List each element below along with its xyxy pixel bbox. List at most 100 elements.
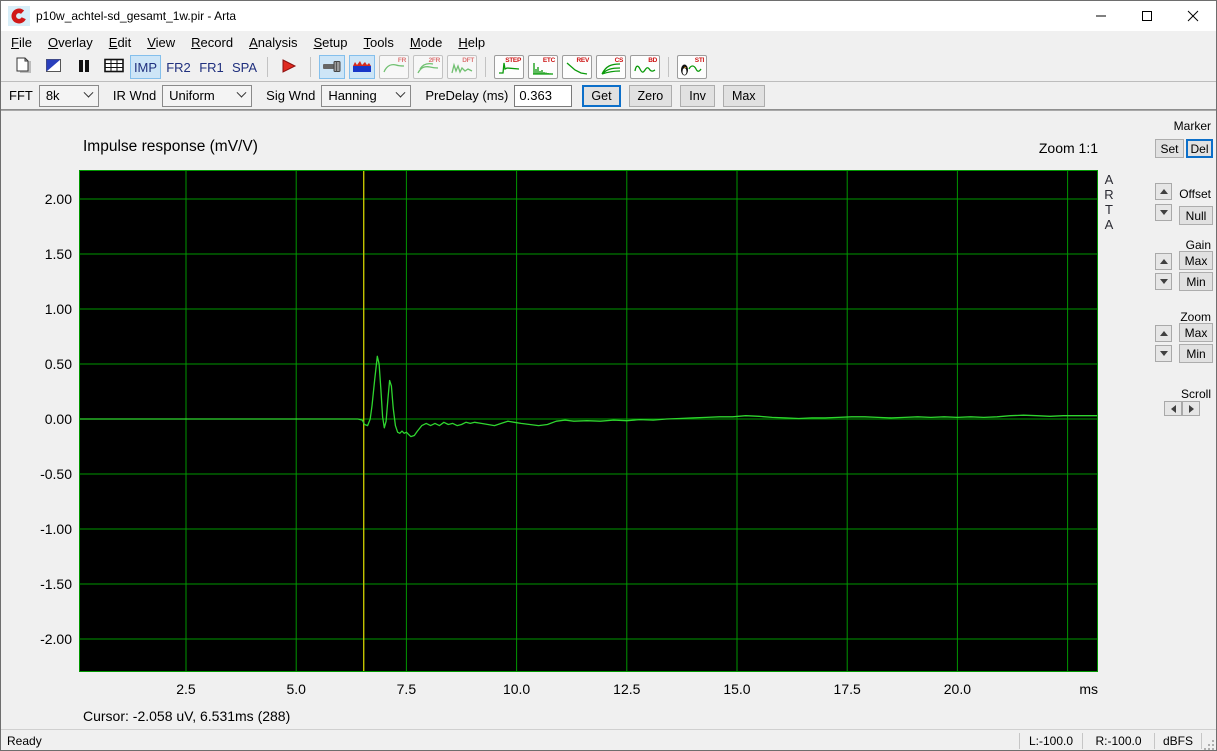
fft-select[interactable]: 8k	[38, 84, 99, 107]
close-button[interactable]	[1170, 1, 1216, 31]
y-axis-tick-label: 0.00	[44, 411, 72, 428]
zoom-section-label: Zoom	[1180, 310, 1211, 324]
pause-button[interactable]	[71, 55, 97, 79]
energy-time-curve-button[interactable]: ETC	[528, 55, 558, 79]
gain-section-label: Gain	[1185, 238, 1211, 252]
new-document-button[interactable]	[11, 55, 37, 79]
menu-view[interactable]: View	[139, 33, 183, 52]
maximize-button[interactable]	[1124, 1, 1170, 31]
get-button[interactable]: Get	[582, 84, 621, 107]
up-arrow-icon	[1159, 189, 1168, 194]
data-table-icon	[104, 58, 124, 76]
record-play-button[interactable]	[276, 55, 302, 79]
chart-title: Impulse response (mV/V)	[83, 138, 258, 155]
reverberation-button[interactable]: REV	[562, 55, 592, 79]
pause-icon	[77, 59, 91, 76]
marker-del-button[interactable]: Del	[1186, 139, 1213, 158]
zero-button[interactable]: Zero	[628, 84, 673, 107]
menu-bar: File Overlay Edit View Record Analysis Setup To…	[1, 31, 1216, 53]
ir-wnd-label: IR Wnd	[112, 88, 157, 103]
step-response-button[interactable]: STEP	[494, 55, 524, 79]
menu-setup[interactable]: Setup	[305, 33, 355, 52]
x-unit-label: ms	[1079, 681, 1098, 697]
menu-help[interactable]: Help	[450, 33, 493, 52]
scroll-section-label: Scroll	[1180, 387, 1211, 401]
scroll-left-button[interactable]	[1164, 401, 1182, 416]
watermark-letter: R	[1104, 187, 1114, 202]
y-axis-tick-label: 0.50	[44, 356, 72, 373]
menu-tools[interactable]: Tools	[355, 33, 401, 52]
y-axis-tick-label: 1.50	[44, 246, 72, 263]
menu-analysis[interactable]: Analysis	[241, 33, 305, 52]
main-area: Impulse response (mV/V) Zoom 1:1 ARTA ms…	[1, 110, 1216, 729]
scroll-right-button[interactable]	[1182, 401, 1200, 416]
ir-wnd-select[interactable]: Uniform	[162, 84, 253, 107]
overlay-manager-button[interactable]	[41, 55, 67, 79]
sig-wnd-select[interactable]: Hanning	[321, 84, 412, 107]
dual-frequency-response-button[interactable]: 2FR	[413, 55, 443, 79]
cursor-readout: Cursor: -2.058 uV, 6.531ms (288)	[83, 708, 291, 724]
offset-up-button[interactable]	[1155, 183, 1172, 200]
x-axis-tick-label: 5.0	[286, 681, 306, 697]
gain-max-button[interactable]: Max	[1179, 251, 1213, 270]
menu-file[interactable]: File	[3, 33, 40, 52]
zoom-max-button[interactable]: Max	[1179, 323, 1213, 342]
arta-app-icon[interactable]	[8, 6, 30, 26]
gain-down-button[interactable]	[1155, 273, 1172, 290]
sig-wnd-value: Hanning	[328, 88, 377, 103]
predelay-label: PreDelay (ms)	[425, 88, 509, 103]
speech-intelligibility-button[interactable]: STI	[677, 55, 707, 79]
signal-time-record-button[interactable]	[349, 55, 375, 79]
data-table-button[interactable]	[101, 55, 127, 79]
status-text: Ready	[7, 734, 42, 748]
x-axis-tick-label: 10.0	[502, 681, 531, 697]
y-axis-tick-label: -1.00	[40, 521, 72, 537]
menu-record[interactable]: Record	[183, 33, 241, 52]
icon-label: DFT	[462, 57, 474, 64]
menu-mode[interactable]: Mode	[402, 33, 451, 52]
resize-grip[interactable]	[1202, 730, 1216, 750]
gain-up-button[interactable]	[1155, 253, 1172, 270]
frequency-response-button[interactable]: FR	[379, 55, 409, 79]
status-cell-left-level: L:-100.0	[1028, 734, 1074, 748]
left-arrow-icon	[1170, 404, 1176, 413]
impulse-response-plot[interactable]	[79, 170, 1098, 672]
gain-min-button[interactable]: Min	[1179, 272, 1213, 291]
chart-panel: Impulse response (mV/V) Zoom 1:1 ARTA ms…	[1, 111, 1151, 729]
icon-label: STEP	[505, 57, 521, 64]
y-axis-tick-label: -1.50	[40, 576, 72, 592]
minimize-button[interactable]	[1078, 1, 1124, 31]
zoom-down-button[interactable]	[1155, 345, 1172, 362]
menu-edit[interactable]: Edit	[101, 33, 139, 52]
max-button[interactable]: Max	[722, 84, 765, 107]
zoom-up-button[interactable]	[1155, 325, 1172, 342]
marker-section-label: Marker	[1173, 119, 1211, 133]
mode-button-spa[interactable]: SPA	[229, 55, 260, 79]
predelay-input[interactable]	[514, 84, 573, 107]
offset-down-button[interactable]	[1155, 204, 1172, 221]
offset-null-button[interactable]: Null	[1179, 206, 1213, 225]
down-arrow-icon	[1159, 351, 1168, 356]
status-cell-units: dBFS	[1162, 734, 1193, 748]
watermark-letter: A	[1104, 172, 1114, 187]
dft-spectrum-button[interactable]: DFT	[447, 55, 477, 79]
cumulative-spectrum-button[interactable]: CS	[596, 55, 626, 79]
toolbar-separator	[485, 57, 486, 77]
watermark-letter: A	[1104, 217, 1114, 232]
inv-button[interactable]: Inv	[680, 84, 715, 107]
toolbar: IMP FR2 FR1 SPA FR 2FR DFT STEP ETC REV CS BD STI	[1, 53, 1216, 82]
window-controls	[1078, 1, 1216, 31]
signal-generator-button[interactable]	[319, 55, 345, 79]
mode-button-imp[interactable]: IMP	[130, 55, 161, 79]
chevron-down-icon	[395, 87, 406, 98]
mode-button-fr2[interactable]: FR2	[163, 55, 194, 79]
minimize-icon	[1096, 15, 1106, 17]
chevron-down-icon	[236, 87, 247, 98]
menu-overlay[interactable]: Overlay	[40, 33, 101, 52]
chevron-down-icon	[83, 87, 94, 98]
marker-set-button[interactable]: Set	[1155, 139, 1184, 158]
down-arrow-icon	[1159, 210, 1168, 215]
mode-button-fr1[interactable]: FR1	[196, 55, 227, 79]
burst-decay-button[interactable]: BD	[630, 55, 660, 79]
zoom-min-button[interactable]: Min	[1179, 344, 1213, 363]
